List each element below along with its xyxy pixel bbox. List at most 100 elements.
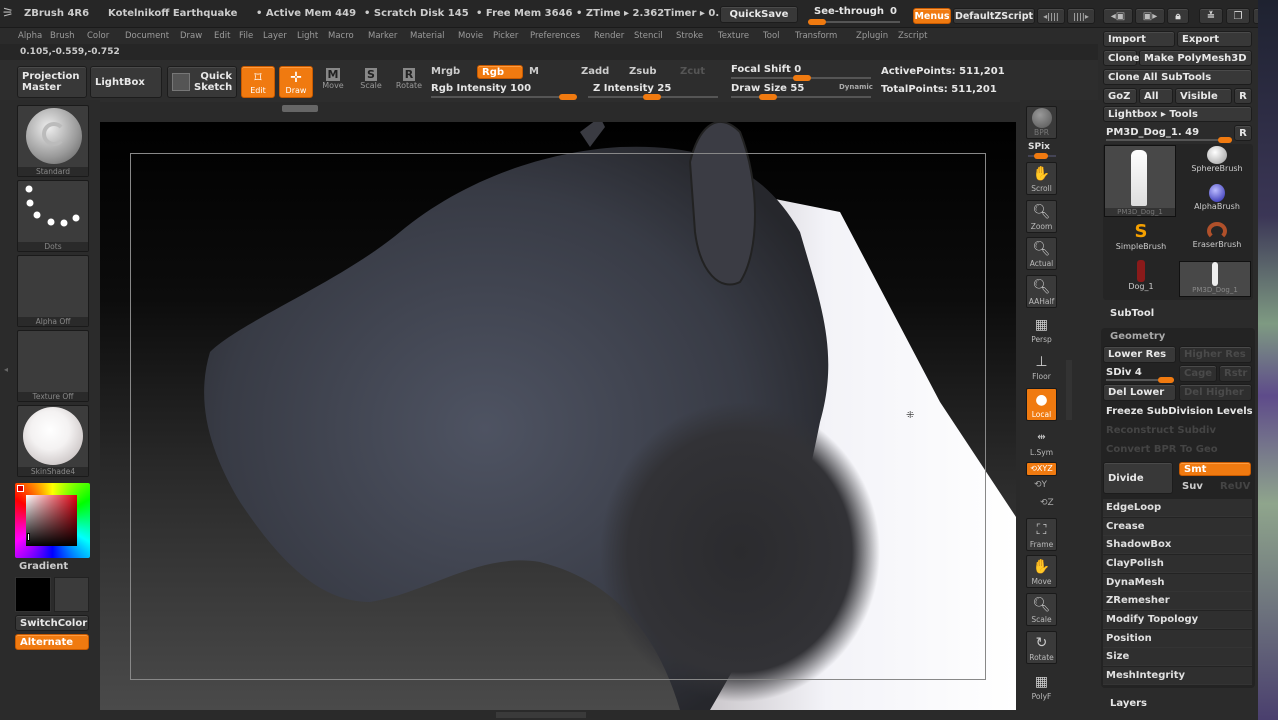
goz-r-button[interactable]: R [1234,88,1252,104]
color-picker[interactable] [15,483,90,558]
menu-transform[interactable]: Transform [795,31,837,41]
menu-alpha[interactable]: Alpha [18,31,42,41]
rgb-button[interactable]: Rgb [477,65,523,79]
geometry-header[interactable]: Geometry [1110,331,1165,342]
del-lower-button[interactable]: Del Lower [1103,384,1176,401]
switchcolor-button[interactable]: SwitchColor [15,615,89,631]
quick-sketch-button[interactable]: Quick Sketch [167,66,237,98]
goz-all-button[interactable]: All [1139,88,1173,104]
tool-simplebrush[interactable]: S SimpleBrush [1105,222,1177,258]
menu-picker[interactable]: Picker [493,31,518,41]
stroke-picker[interactable]: Dots [17,180,89,252]
quicksave-button[interactable]: QuickSave [720,6,798,23]
tool-eraserbrush[interactable]: EraserBrush [1181,222,1253,258]
polyf-button[interactable]: ▦ PolyF [1026,670,1057,703]
lsym-button[interactable]: ⇹ L.Sym [1026,426,1057,459]
goz-button[interactable]: GoZ [1103,88,1137,104]
rotate-view-button[interactable]: ↻ Rotate [1026,631,1057,664]
alpha-picker[interactable]: Alpha Off [17,255,89,327]
actual-button[interactable]: 🔍︎ Actual [1026,237,1057,270]
clone-all-subtools-button[interactable]: Clone All SubTools [1103,69,1252,85]
material-picker[interactable]: SkinShade4 [17,405,89,477]
floor-button[interactable]: ⊥ Floor [1026,350,1057,383]
export-button[interactable]: Export [1177,31,1252,47]
clone-button[interactable]: Clone [1103,50,1140,66]
rgb-intensity-slider[interactable] [431,94,577,100]
menu-document[interactable]: Document [125,31,169,41]
tool-slider[interactable] [1106,137,1232,143]
projection-master-button[interactable]: Projection Master [17,66,87,98]
higher-res-button[interactable]: Higher Res [1179,346,1252,363]
menu-stroke[interactable]: Stroke [676,31,703,41]
menu-draw[interactable]: Draw [180,31,202,41]
tool-dog-1[interactable]: Dog_1 [1105,260,1177,296]
position-section[interactable]: Position [1103,630,1252,648]
move-button[interactable]: M Move [316,66,350,98]
tray-collapse-icon[interactable]: ◂ [4,365,8,374]
crease-section[interactable]: Crease [1103,518,1252,536]
spix-slider[interactable] [1028,153,1056,159]
alternate-button[interactable]: Alternate [15,634,89,650]
menu-render[interactable]: Render [594,31,624,41]
canvas-scroll-handle[interactable] [496,712,586,718]
lower-res-button[interactable]: Lower Res [1103,346,1176,363]
xyz-rotation-button[interactable]: ⟲ XYZ [1026,462,1057,476]
canvas-viewport[interactable]: ⁜ [100,122,1016,710]
menus-button[interactable]: Menus [913,8,951,24]
size-section[interactable]: Size [1103,648,1252,666]
tool-pm3d-dog-2[interactable]: PM3D_Dog_1 [1179,261,1251,297]
minimize-icon[interactable]: ≚ [1199,8,1223,24]
convert-bpr-button[interactable]: Convert BPR To Geo [1106,444,1218,455]
lightbox-tools-button[interactable]: Lightbox ▸ Tools [1103,106,1252,122]
edit-button[interactable]: ⌑ Edit [241,66,275,98]
z-rotation-button[interactable]: ⟲Z [1040,498,1054,508]
shelf-scroll-handle[interactable] [282,105,318,112]
scale-button[interactable]: S Scale [354,66,388,98]
menu-movie[interactable]: Movie [458,31,483,41]
freeze-subdivision-button[interactable]: Freeze SubDivision Levels [1106,406,1253,417]
saturation-value-square[interactable] [26,495,77,546]
aahalf-button[interactable]: 🔍︎ AAHalf [1026,275,1057,308]
menu-brush[interactable]: Brush [50,31,75,41]
gradient-label[interactable]: Gradient [19,561,68,572]
menu-material[interactable]: Material [410,31,445,41]
goz-visible-button[interactable]: Visible [1175,88,1232,104]
scale-view-button[interactable]: 🔍︎ Scale [1026,593,1057,626]
tool-alphabrush[interactable]: AlphaBrush [1181,184,1253,220]
reconstruct-subdiv-button[interactable]: Reconstruct Subdiv [1106,425,1216,436]
layers-header[interactable]: Layers [1110,698,1147,709]
swap-right-icon[interactable]: ▣▸ [1135,8,1165,24]
hue-marker[interactable] [17,485,24,492]
divide-button[interactable]: Divide [1103,462,1173,494]
rotate-button[interactable]: R Rotate [392,66,426,98]
smt-toggle[interactable]: Smt [1179,462,1251,476]
scroll-button[interactable]: ✋ Scroll [1026,162,1057,195]
rstr-button[interactable]: Rstr [1219,365,1252,382]
menu-tool[interactable]: Tool [763,31,780,41]
right-tray-scrollbar[interactable] [1066,360,1072,420]
meshintegrity-section[interactable]: MeshIntegrity [1103,667,1252,685]
menu-edit[interactable]: Edit [214,31,230,41]
menu-color[interactable]: Color [87,31,109,41]
menu-zplugin[interactable]: Zplugin [856,31,888,41]
move-view-button[interactable]: ✋ Move [1026,555,1057,588]
swap-left-icon[interactable]: ◂▣ [1103,8,1133,24]
menu-layer[interactable]: Layer [263,31,287,41]
bpr-button[interactable]: BPR [1026,106,1057,139]
see-through-slider[interactable] [808,19,900,25]
local-button[interactable]: ● Local [1026,388,1057,421]
claypolish-section[interactable]: ClayPolish [1103,555,1252,573]
sdiv-slider[interactable] [1106,377,1174,383]
draw-button[interactable]: ✛ Draw [279,66,313,98]
mrgb-button[interactable]: Mrgb [431,66,460,77]
dynamic-button[interactable]: Dynamic [839,83,873,91]
menu-light[interactable]: Light [297,31,318,41]
secondary-color-swatch[interactable] [54,577,89,612]
subtool-header[interactable]: SubTool [1110,308,1154,319]
menu-file[interactable]: File [239,31,253,41]
lightbox-button[interactable]: LightBox [90,66,162,98]
texture-picker[interactable]: Texture Off [17,330,89,402]
shrink-ui-icon[interactable]: ◂|||| [1037,8,1065,24]
menu-marker[interactable]: Marker [368,31,397,41]
default-zscript-button[interactable]: DefaultZScript [953,8,1035,24]
